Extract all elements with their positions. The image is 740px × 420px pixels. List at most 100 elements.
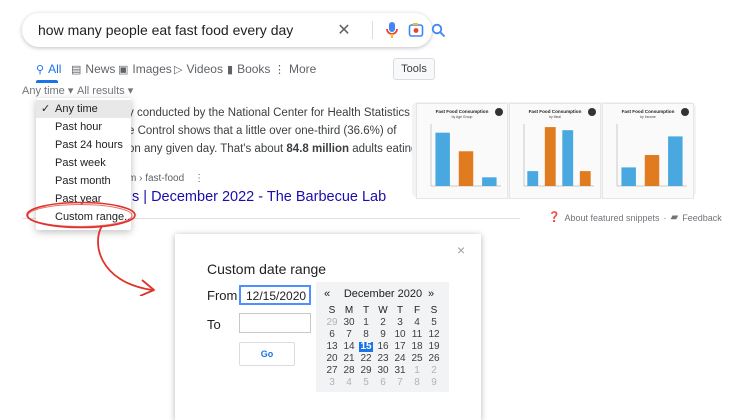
search-icon[interactable]: [428, 20, 448, 40]
calendar-day[interactable]: 28: [342, 366, 356, 376]
calendar-day[interactable]: 7: [393, 378, 407, 388]
snippet-highlight: 84.8 million: [286, 143, 350, 155]
calendar-day[interactable]: 3: [393, 318, 407, 328]
calendar-day[interactable]: 4: [342, 378, 356, 388]
calendar-day[interactable]: 6: [325, 330, 339, 340]
chart-thumbnail-income-svg: Fast Food Consumptionby Income: [616, 108, 689, 187]
thumb-bar: [644, 155, 660, 186]
calendar-day[interactable]: 5: [359, 378, 373, 388]
mic-icon[interactable]: [382, 20, 402, 40]
calendar-day[interactable]: 22: [359, 354, 373, 364]
calendar-day[interactable]: 24: [393, 354, 407, 364]
menu-item-past-hour[interactable]: Past hour: [36, 118, 131, 136]
calendar-day[interactable]: 4: [410, 318, 424, 328]
calendar-day[interactable]: 8: [410, 378, 424, 388]
calendar-day[interactable]: 8: [359, 330, 373, 340]
calendar-day[interactable]: 23: [376, 354, 390, 364]
calendar-day[interactable]: 11: [410, 330, 424, 340]
tab-more[interactable]: ⋮ More: [274, 62, 316, 76]
tab-videos[interactable]: ▷ Videos: [174, 62, 223, 76]
tab-videos-label: Videos: [186, 62, 223, 76]
snippet-line-3: on any given day. That's about 84.8 mill…: [128, 143, 417, 155]
menu-item-any-time[interactable]: ✓ Any time: [36, 100, 131, 118]
calendar-day[interactable]: 29: [359, 366, 373, 376]
next-month-button[interactable]: »: [428, 288, 434, 300]
weekday-header: S: [328, 305, 336, 316]
calendar-day[interactable]: 26: [427, 354, 441, 364]
to-date-input[interactable]: [239, 313, 311, 333]
calendar-day[interactable]: 27: [325, 366, 339, 376]
logo-icon: [588, 108, 596, 116]
calendar-day[interactable]: 10: [393, 330, 407, 340]
calendar-day[interactable]: 29: [325, 318, 339, 328]
tab-news[interactable]: ▤ News: [71, 62, 115, 76]
menu-item-label: Past hour: [55, 121, 103, 133]
thumb-subtitle: by Age Group: [452, 115, 473, 119]
tab-images[interactable]: ▣ Images: [118, 62, 172, 76]
separator: ·: [663, 212, 667, 223]
thumb-title: Fast Food Consumption: [622, 109, 675, 114]
calendar-header: « December 2020 »: [316, 284, 449, 304]
calendar-day[interactable]: 20: [325, 354, 339, 364]
menu-item-past-month[interactable]: Past month: [36, 172, 131, 190]
calendar-day[interactable]: 12: [427, 330, 441, 340]
chart-thumbnail-income[interactable]: Fast Food Consumption by Income: [602, 103, 694, 199]
tab-all[interactable]: ⚲ All: [36, 62, 61, 76]
calendar-day[interactable]: 6: [376, 378, 390, 388]
result-link[interactable]: s | December 2022 - The Barbecue Lab: [132, 189, 386, 205]
play-icon: ▷: [174, 63, 183, 76]
go-button[interactable]: Go: [239, 342, 295, 366]
calendar-day[interactable]: 30: [342, 318, 356, 328]
search-icon: ⚲: [36, 63, 45, 76]
menu-item-past-24-hours[interactable]: Past 24 hours: [36, 136, 131, 154]
chart-thumbnail-age[interactable]: Fast Food Consumption by Age Group: [416, 103, 508, 199]
camera-icon[interactable]: [406, 20, 426, 40]
search-divider: [372, 21, 373, 39]
tab-books[interactable]: ▮ Books: [227, 62, 270, 76]
calendar-day[interactable]: 9: [376, 330, 390, 340]
menu-item-past-week[interactable]: Past week: [36, 154, 131, 172]
calendar-day[interactable]: 9: [427, 378, 441, 388]
calendar-day[interactable]: 19: [427, 342, 441, 352]
book-icon: ▮: [227, 63, 234, 76]
calendar-day[interactable]: 21: [342, 354, 356, 364]
chart-thumbnail-meal[interactable]: Fast Food Consumption by Meal: [509, 103, 601, 199]
calendar-day[interactable]: 2: [427, 366, 441, 376]
calendar-day[interactable]: 25: [410, 354, 424, 364]
calendar-day[interactable]: 2: [376, 318, 390, 328]
thumb-bar: [435, 132, 450, 186]
time-filter[interactable]: Any time ▾: [22, 84, 73, 97]
calendar-day[interactable]: 18: [410, 342, 424, 352]
calendar-day[interactable]: 30: [376, 366, 390, 376]
calendar-day[interactable]: 1: [410, 366, 424, 376]
search-input[interactable]: how many people eat fast food every day: [38, 22, 293, 38]
calendar-day[interactable]: 14: [342, 342, 356, 352]
calendar-day[interactable]: 7: [342, 330, 356, 340]
search-box[interactable]: how many people eat fast food every day …: [22, 13, 445, 47]
active-tab-indicator: [36, 80, 58, 83]
thumb-title: Fast Food Consumption: [436, 109, 489, 114]
results-filter[interactable]: All results ▾: [77, 84, 133, 97]
prev-month-button[interactable]: «: [324, 288, 330, 300]
tools-button[interactable]: Tools: [393, 58, 435, 80]
about-snippets-link[interactable]: About featured snippets: [564, 213, 659, 223]
thumb-bar: [458, 151, 474, 186]
calendar-day[interactable]: 3: [325, 378, 339, 388]
calendar-day-selected[interactable]: 15: [359, 342, 373, 352]
calendar-day[interactable]: 16: [376, 342, 390, 352]
more-vert-icon[interactable]: ⋮: [194, 173, 204, 184]
calendar-day[interactable]: 5: [427, 318, 441, 328]
tab-images-label: Images: [132, 62, 172, 76]
calendar-day[interactable]: 13: [325, 342, 339, 352]
calendar-day[interactable]: 17: [393, 342, 407, 352]
logo-icon: [495, 108, 503, 116]
calendar-day[interactable]: 1: [359, 318, 373, 328]
feedback-link[interactable]: Feedback: [682, 213, 722, 223]
featured-images[interactable]: Fast Food Consumption by Age Group Fast F…: [412, 102, 696, 199]
from-date-input[interactable]: 12/15/2020: [239, 285, 311, 305]
thumb-bar: [562, 130, 574, 186]
close-icon[interactable]: ✕: [334, 20, 354, 40]
close-icon[interactable]: ×: [457, 242, 465, 258]
calendar-day[interactable]: 31: [393, 366, 407, 376]
thumb-bar: [544, 127, 556, 186]
